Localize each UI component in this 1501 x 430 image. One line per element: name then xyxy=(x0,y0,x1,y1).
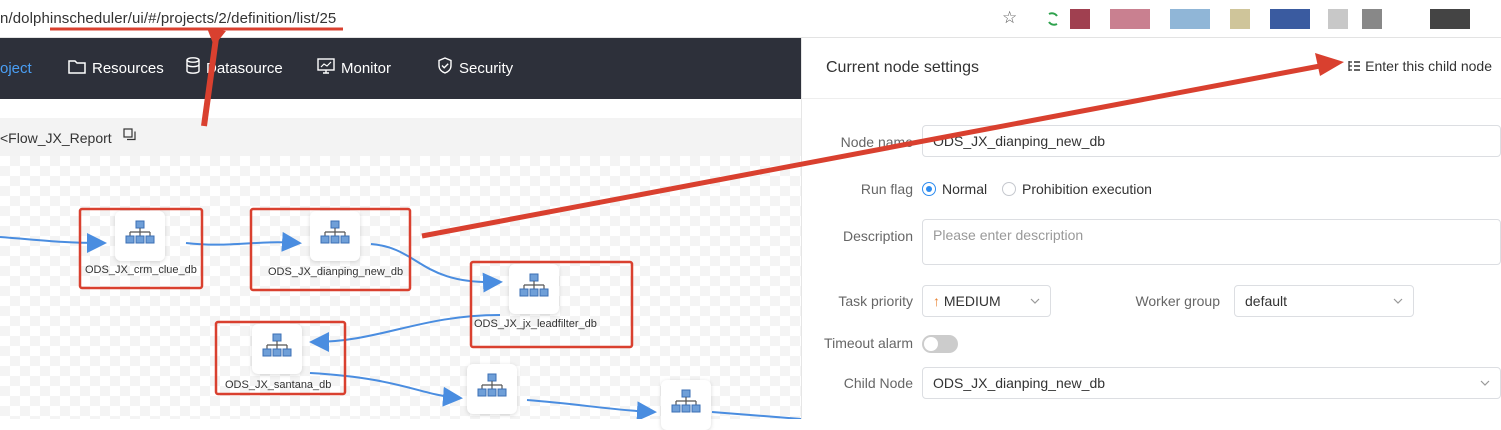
spacer xyxy=(0,99,801,118)
extension-icon-7[interactable] xyxy=(1328,9,1348,29)
task-priority-select[interactable]: ↑ MEDIUM xyxy=(922,285,1051,317)
nav-label-project: oject xyxy=(0,60,32,77)
dag-canvas[interactable]: ODS_JX_crm_clue_db ODS_JX_dianping_new_d… xyxy=(0,156,801,430)
panel-title: Current node settings xyxy=(826,59,979,76)
subprocess-icon xyxy=(671,389,701,413)
enter-child-node-button[interactable]: Enter this child node xyxy=(1348,58,1492,75)
description-textarea[interactable]: Please enter description xyxy=(922,219,1501,265)
nav-label-datasource: Datasource xyxy=(206,60,283,77)
chevron-down-icon xyxy=(1480,380,1490,386)
extension-icon-8[interactable] xyxy=(1362,9,1382,29)
shield-icon xyxy=(437,39,453,100)
dag-node-6[interactable] xyxy=(661,380,711,430)
nav-item-project[interactable]: oject xyxy=(0,38,32,99)
dag-node-label: ODS_JX_crm_clue_db xyxy=(85,264,197,276)
run-flag-label: Run flag xyxy=(860,181,913,197)
nav-label-security: Security xyxy=(459,60,514,77)
dag-node-leadfilter[interactable] xyxy=(509,264,559,314)
subprocess-icon xyxy=(519,273,549,297)
priority-value: MEDIUM xyxy=(943,293,1001,309)
subprocess-icon xyxy=(262,333,292,357)
node-settings-panel: Current node settings Enter this child n… xyxy=(801,38,1501,419)
run-flag-prohibition-radio[interactable]: Prohibition execution xyxy=(1002,181,1152,197)
arrow-up-icon: ↑ xyxy=(933,293,940,309)
extension-icon-2[interactable] xyxy=(1070,9,1090,29)
breadcrumb-bar: <Flow_JX_Report xyxy=(0,118,801,156)
dag-node-crm-clue[interactable] xyxy=(115,211,165,261)
radio-label: Prohibition execution xyxy=(1022,181,1152,197)
task-priority-label: Task priority xyxy=(838,293,913,309)
dag-node-santana[interactable] xyxy=(252,324,302,374)
nav-label-resources: Resources xyxy=(92,60,164,77)
copy-icon[interactable] xyxy=(123,128,136,146)
dag-node-label: ODS_JX_dianping_new_db xyxy=(268,266,404,278)
chevron-down-icon xyxy=(1393,298,1403,304)
database-icon xyxy=(186,39,200,100)
child-node-value: ODS_JX_dianping_new_db xyxy=(933,375,1106,391)
run-flag-normal-radio[interactable]: Normal xyxy=(922,181,987,197)
node-name-input[interactable]: ODS_JX_dianping_new_db xyxy=(922,125,1501,157)
radio-label: Normal xyxy=(942,181,988,197)
radio-checked-icon xyxy=(922,182,936,196)
enter-child-label: Enter this child node xyxy=(1365,58,1492,74)
dag-node-dianping[interactable] xyxy=(310,211,360,261)
extension-icon-6[interactable] xyxy=(1270,9,1310,29)
worker-group-select[interactable]: default xyxy=(1234,285,1414,317)
extension-icon-1[interactable] xyxy=(1043,9,1063,29)
workflow-name: <Flow_JX_Report xyxy=(0,130,112,146)
browser-address-bar: n/dolphinscheduler/ui/#/projects/2/defin… xyxy=(0,0,1501,38)
chevron-down-icon xyxy=(1030,298,1040,304)
description-placeholder: Please enter description xyxy=(933,227,1084,243)
dag-node-5[interactable] xyxy=(467,364,517,414)
worker-group-value: default xyxy=(1245,293,1288,309)
extension-icon-5[interactable] xyxy=(1230,9,1250,29)
nav-item-datasource[interactable]: Datasource xyxy=(186,38,283,99)
node-name-value: ODS_JX_dianping_new_db xyxy=(933,133,1106,149)
nav-item-security[interactable]: Security xyxy=(437,38,513,99)
tree-icon xyxy=(1348,59,1361,75)
panel-header: Current node settings Enter this child n… xyxy=(802,38,1501,99)
folder-icon xyxy=(68,39,86,100)
dag-node-label: ODS_JX_jx_leadfilter_db xyxy=(474,318,597,330)
timeout-alarm-toggle[interactable] xyxy=(922,335,958,353)
dag-node-label: ODS_JX_santana_db xyxy=(225,379,332,391)
child-node-select[interactable]: ODS_JX_dianping_new_db xyxy=(922,367,1501,399)
radio-unchecked-icon xyxy=(1002,182,1016,196)
nav-label-monitor: Monitor xyxy=(341,60,392,77)
subprocess-icon xyxy=(125,220,155,244)
extension-icon-3[interactable] xyxy=(1110,9,1150,29)
subprocess-icon xyxy=(320,220,350,244)
child-node-label: Child Node xyxy=(843,375,913,391)
timeout-alarm-label: Timeout alarm xyxy=(824,335,913,351)
monitor-icon xyxy=(317,39,335,100)
extension-icon-4[interactable] xyxy=(1170,9,1210,29)
top-nav: oject Resources Datasource Monitor Secur… xyxy=(0,38,801,99)
node-name-label: Node name xyxy=(840,134,913,150)
extension-icon-9[interactable] xyxy=(1430,9,1470,29)
nav-item-resources[interactable]: Resources xyxy=(68,38,164,99)
nav-item-monitor[interactable]: Monitor xyxy=(317,38,391,99)
url-text[interactable]: n/dolphinscheduler/ui/#/projects/2/defin… xyxy=(0,10,336,27)
worker-group-label: Worker group xyxy=(1135,293,1220,309)
description-label: Description xyxy=(842,228,913,244)
subprocess-icon xyxy=(477,373,507,397)
bookmark-star-icon[interactable]: ☆ xyxy=(1002,8,1017,28)
